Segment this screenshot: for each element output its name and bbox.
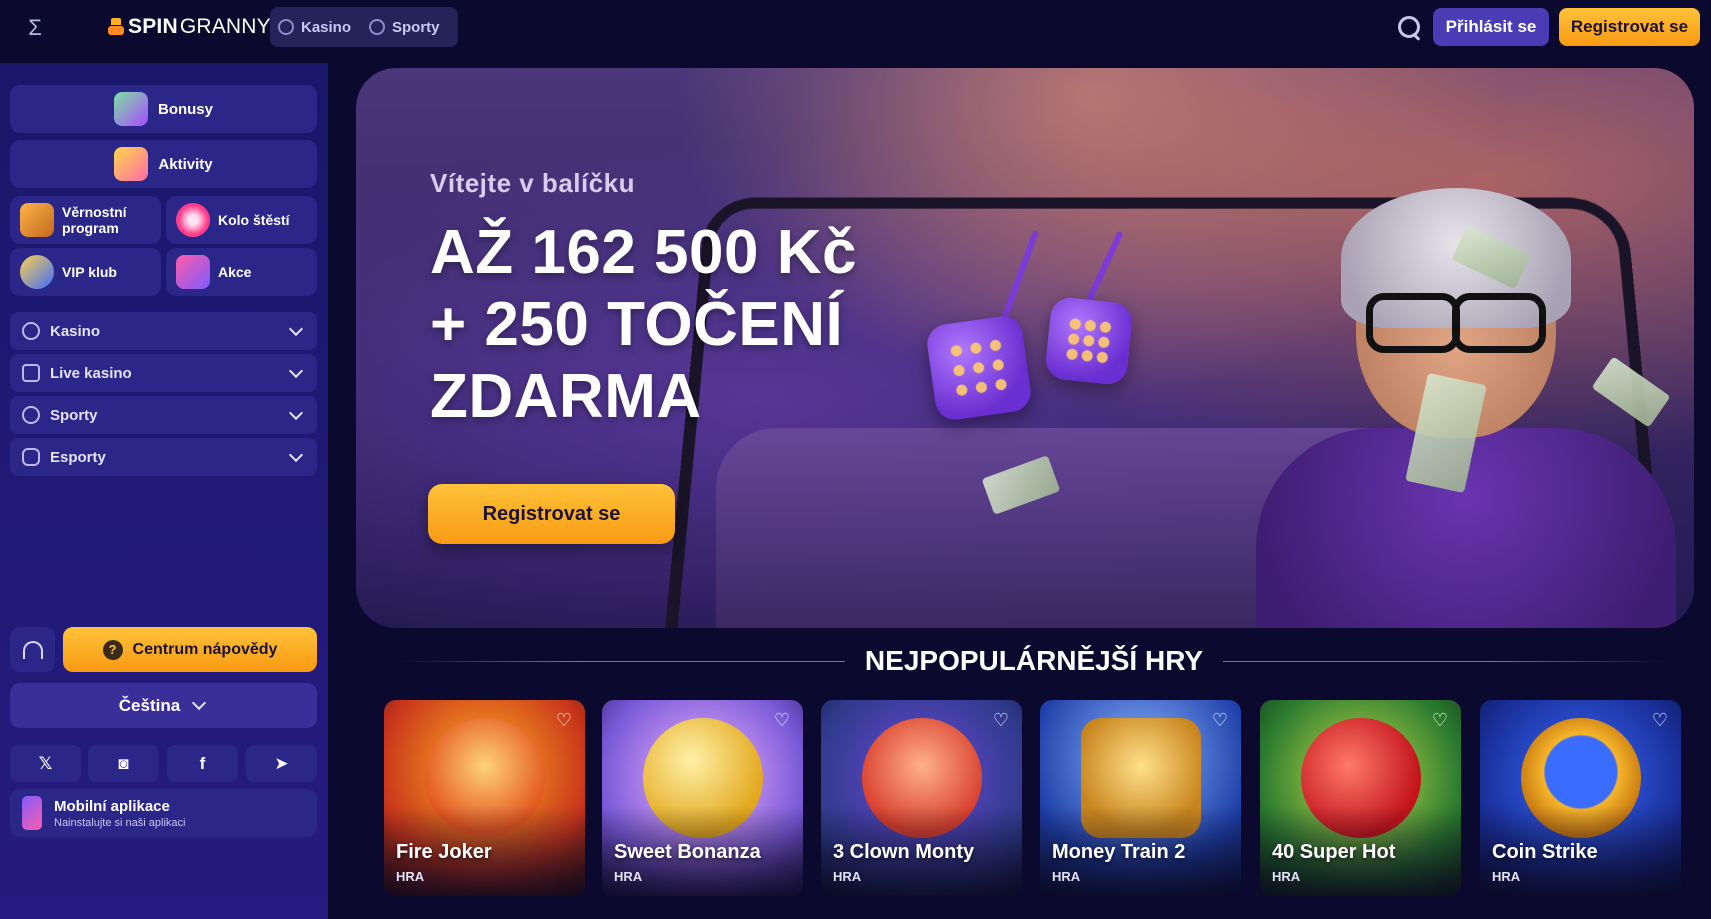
divider <box>1223 660 1668 662</box>
sidebar-item-kolo-stesti[interactable]: Kolo štěstí <box>166 196 317 244</box>
vip-ring-icon <box>20 255 54 289</box>
game-card[interactable]: ♡ Fire Joker HRA <box>384 700 585 896</box>
question-icon: ? <box>102 639 123 660</box>
help-center-button[interactable]: ? Centrum nápovědy <box>63 627 317 672</box>
facebook-icon[interactable]: f <box>167 745 238 782</box>
chevron-down-icon <box>288 321 304 336</box>
hero-register-button[interactable]: Registrovat se <box>428 484 675 544</box>
game-card[interactable]: ♡ Money Train 2 HRA <box>1040 700 1241 896</box>
game-name: 40 Super Hot <box>1272 841 1396 863</box>
sidebar-accordion-live-kasino[interactable]: Live kasino <box>10 354 317 392</box>
headset-icon <box>22 640 43 659</box>
popular-games-header: NEJPOPULÁRNĚJŠÍ HRY <box>400 641 1668 681</box>
tab-kasino[interactable]: Kasino <box>278 19 351 36</box>
casino-chip-icon <box>22 322 40 340</box>
sidebar-item-akce[interactable]: Akce <box>166 248 317 296</box>
phone-icon <box>22 796 42 830</box>
sidebar-toggle-icon[interactable]: Σ <box>22 15 48 40</box>
sidebar: Bonusy Aktivity Věrnostní program Kolo š… <box>0 63 328 919</box>
soccer-ball-icon <box>369 19 386 35</box>
crown-icon <box>108 18 124 36</box>
game-name: Fire Joker <box>396 841 492 863</box>
game-type: HRA <box>1492 869 1521 884</box>
game-type: HRA <box>396 869 425 884</box>
heart-icon[interactable]: ♡ <box>990 710 1012 730</box>
sidebar-accordion-kasino[interactable]: Kasino <box>10 312 317 350</box>
game-name: Money Train 2 <box>1052 841 1186 863</box>
game-card[interactable]: ♡ 40 Super Hot HRA <box>1260 700 1461 896</box>
clipboard-icon <box>114 147 149 181</box>
chevron-down-icon <box>192 695 207 710</box>
sidebar-accordion-sporty[interactable]: Sporty <box>10 396 317 434</box>
x-icon[interactable]: 𝕏 <box>10 745 81 782</box>
top-nav-tabs: Kasino Sporty <box>270 7 458 47</box>
game-name: Coin Strike <box>1492 841 1598 863</box>
sidebar-item-aktivity[interactable]: Aktivity <box>10 140 317 188</box>
hero-text: Vítejte v balíčku AŽ 162 500 Kč + 250 TO… <box>430 168 857 433</box>
game-name: Sweet Bonanza <box>614 841 761 863</box>
support-button[interactable] <box>10 627 55 672</box>
loyalty-chest-icon <box>20 203 54 237</box>
heart-icon[interactable]: ♡ <box>553 710 575 730</box>
gamepad-icon <box>22 448 40 466</box>
casino-chip-icon <box>278 19 294 35</box>
soccer-ball-icon <box>22 406 40 424</box>
wheel-of-fortune-icon <box>176 203 210 237</box>
bonus-mask-icon <box>113 92 148 126</box>
top-header: Σ SPIN GRANNY Kasino Sporty Přihlásit se … <box>0 0 1711 56</box>
game-card[interactable]: ♡ 3 Clown Monty HRA <box>821 700 1022 896</box>
sidebar-item-bonusy[interactable]: Bonusy <box>10 85 317 133</box>
sidebar-accordion-esporty[interactable]: Esporty <box>10 438 317 476</box>
heart-icon[interactable]: ♡ <box>1649 710 1671 730</box>
heart-icon[interactable]: ♡ <box>1429 710 1451 730</box>
game-card[interactable]: ♡ Coin Strike HRA <box>1480 700 1681 896</box>
chevron-down-icon <box>288 405 304 420</box>
game-name: 3 Clown Monty <box>833 841 975 863</box>
search-icon[interactable] <box>1396 14 1424 42</box>
hero-headline: AŽ 162 500 Kč + 250 TOČENÍ ZDARMA <box>430 218 857 431</box>
section-title: NEJPOPULÁRNĚJŠÍ HRY <box>864 645 1204 676</box>
game-type: HRA <box>1272 869 1301 884</box>
camera-icon <box>22 364 40 382</box>
chevron-down-icon <box>288 447 304 462</box>
telegram-icon[interactable]: ➤ <box>246 745 317 782</box>
app-card-title: Mobilní aplikace <box>54 797 170 815</box>
game-type: HRA <box>833 869 862 884</box>
tab-sporty[interactable]: Sporty <box>369 19 440 36</box>
game-card[interactable]: ♡ Sweet Bonanza HRA <box>602 700 803 896</box>
game-type: HRA <box>614 869 643 884</box>
glasses-image <box>1366 293 1546 353</box>
fuzzy-dice-image <box>1043 295 1135 387</box>
heart-icon[interactable]: ♡ <box>771 710 793 730</box>
instagram-icon[interactable]: ◙ <box>88 745 159 782</box>
language-select[interactable]: Čeština <box>10 683 317 728</box>
chevron-down-icon <box>288 363 304 378</box>
mobile-app-card[interactable]: Mobilní aplikace Nainstalujte si naši ap… <box>10 789 317 837</box>
register-button[interactable]: Registrovat se <box>1559 8 1700 46</box>
sidebar-item-vernostni-program[interactable]: Věrnostní program <box>10 196 161 244</box>
app-card-subtitle: Nainstalujte si naši aplikaci <box>54 816 186 829</box>
login-button[interactable]: Přihlásit se <box>1433 8 1549 46</box>
promo-phone-icon <box>176 255 210 289</box>
hero-kicker: Vítejte v balíčku <box>430 168 636 198</box>
fuzzy-dice-image <box>924 313 1034 423</box>
divider <box>400 660 845 662</box>
spingranny-logo[interactable]: SPIN GRANNY <box>108 12 271 42</box>
sidebar-item-vip-klub[interactable]: VIP klub <box>10 248 161 296</box>
heart-icon[interactable]: ♡ <box>1209 710 1231 730</box>
game-type: HRA <box>1052 869 1081 884</box>
hero-banner[interactable]: Vítejte v balíčku AŽ 162 500 Kč + 250 TO… <box>356 68 1694 628</box>
